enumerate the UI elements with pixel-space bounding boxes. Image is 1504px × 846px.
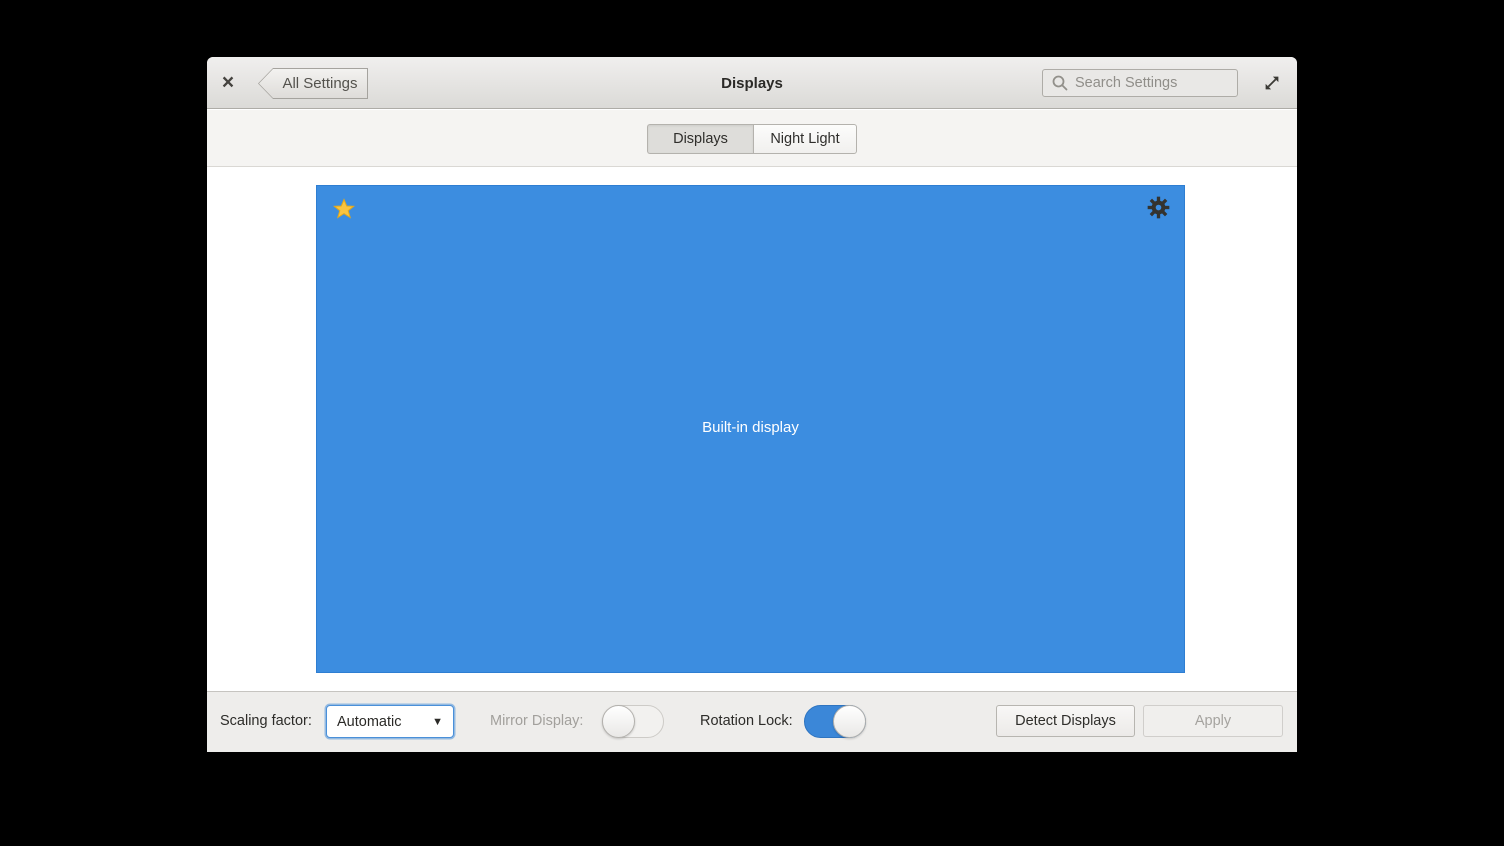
toggle-knob	[602, 705, 635, 738]
search-icon	[1051, 74, 1069, 92]
scaling-factor-label: Scaling factor:	[220, 713, 312, 729]
toggle-knob	[833, 705, 866, 738]
tab-night-light[interactable]: Night Light	[753, 124, 857, 154]
close-icon: ×	[222, 71, 234, 95]
all-settings-back-button[interactable]: All Settings	[258, 68, 368, 99]
search-input[interactable]	[1075, 75, 1225, 91]
primary-display-star-icon	[333, 198, 355, 220]
apply-button[interactable]: Apply	[1143, 705, 1283, 737]
close-button[interactable]: ×	[213, 69, 243, 97]
header-bar: × All Settings Displays	[207, 57, 1297, 109]
scaling-factor-dropdown[interactable]: Automatic ▼	[326, 705, 454, 738]
detect-displays-button[interactable]: Detect Displays	[996, 705, 1135, 737]
display-settings-gear-icon[interactable]	[1146, 195, 1171, 220]
expand-button[interactable]	[1259, 71, 1285, 95]
monitor-name-label: Built-in display	[317, 419, 1184, 436]
expand-icon	[1262, 73, 1282, 93]
tab-displays[interactable]: Displays	[647, 124, 753, 154]
rotation-lock-toggle[interactable]	[804, 705, 866, 738]
dropdown-caret-icon: ▼	[432, 716, 443, 728]
scaling-factor-value: Automatic	[337, 714, 432, 730]
monitor-preview[interactable]: Built-in display	[316, 185, 1185, 673]
back-button-label: All Settings	[282, 75, 357, 92]
displays-panel: Built-in display	[207, 168, 1297, 691]
view-switcher: Displays Night Light	[647, 124, 857, 154]
tab-strip: Displays Night Light	[207, 110, 1297, 167]
search-field[interactable]	[1042, 69, 1238, 97]
action-bar: Scaling factor: Automatic ▼ Mirror Displ…	[207, 691, 1297, 752]
settings-window: × All Settings Displays Displays	[207, 57, 1297, 752]
mirror-display-toggle[interactable]	[602, 705, 664, 738]
mirror-display-label: Mirror Display:	[490, 713, 583, 729]
rotation-lock-label: Rotation Lock:	[700, 713, 793, 729]
